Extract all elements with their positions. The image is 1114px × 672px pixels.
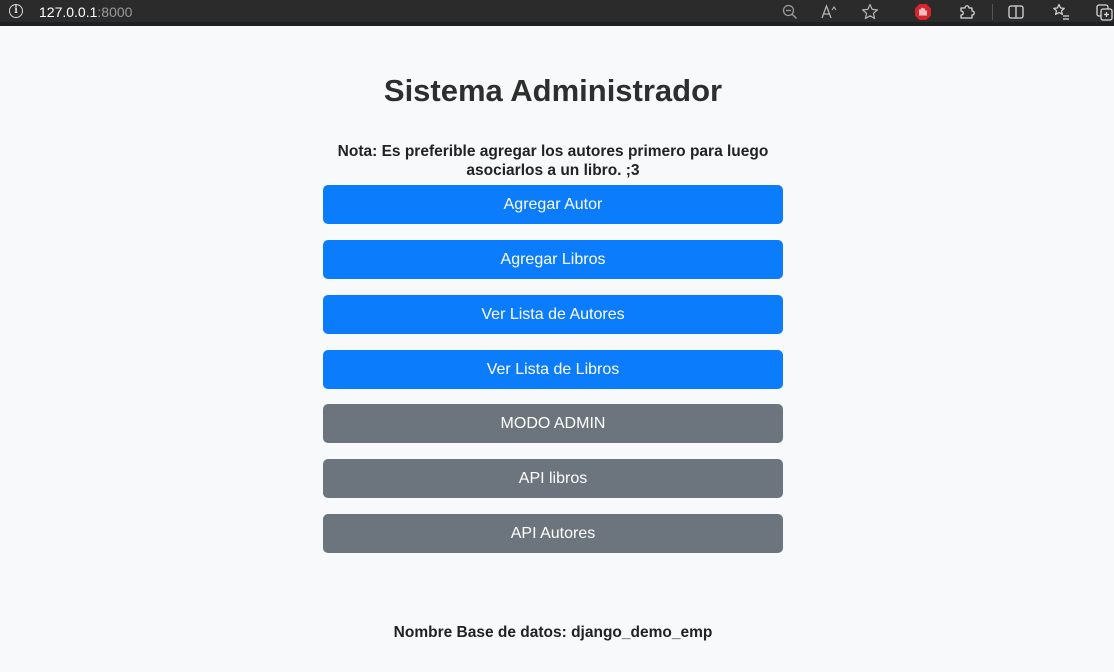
extension-red-icon[interactable] xyxy=(913,2,933,22)
address-bar[interactable]: 127.0.0.1:8000 xyxy=(39,4,132,20)
page-title: Sistema Administrador xyxy=(383,73,723,108)
split-screen-icon[interactable] xyxy=(1006,2,1026,22)
agregar-libros-button[interactable]: Agregar Libros xyxy=(323,240,783,279)
ver-lista-autores-button[interactable]: Ver Lista de Autores xyxy=(323,295,783,334)
page-content: Sistema Administrador Nota: Es preferibl… xyxy=(0,30,1114,672)
toolbar-separator xyxy=(992,4,993,20)
info-icon[interactable]: i xyxy=(9,4,23,18)
agregar-autor-button[interactable]: Agregar Autor xyxy=(323,185,783,224)
zoom-out-icon[interactable] xyxy=(780,2,800,22)
api-autores-button[interactable]: API Autores xyxy=(323,514,783,553)
url-port: :8000 xyxy=(97,4,133,20)
read-aloud-icon[interactable] xyxy=(820,2,840,22)
api-libros-button[interactable]: API libros xyxy=(323,459,783,498)
collections-icon[interactable] xyxy=(1094,2,1114,22)
url-host: 127.0.0.1 xyxy=(39,4,98,20)
modo-admin-button[interactable]: MODO ADMIN xyxy=(323,404,783,443)
ver-lista-libros-button[interactable]: Ver Lista de Libros xyxy=(323,350,783,389)
browser-toolbar: i 127.0.0.1:8000 xyxy=(0,0,1114,26)
database-name-text: Nombre Base de datos: django_demo_emp xyxy=(393,624,713,641)
extensions-puzzle-icon[interactable] xyxy=(957,2,977,22)
favorites-list-icon[interactable] xyxy=(1051,2,1071,22)
note-text: Nota: Es preferible agregar los autores … xyxy=(337,143,769,179)
favorite-star-icon[interactable] xyxy=(860,2,880,22)
